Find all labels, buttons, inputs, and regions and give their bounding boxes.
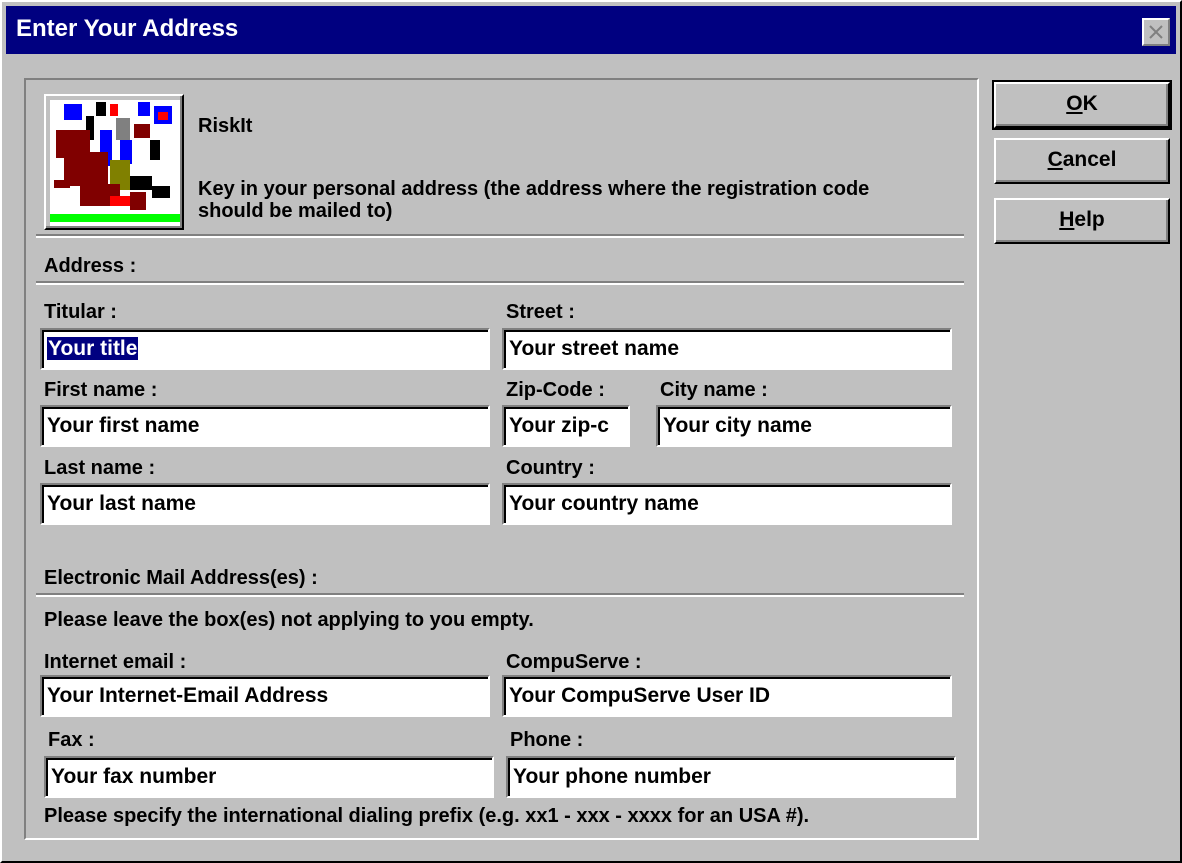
internet-email-label: Internet email : (44, 651, 187, 673)
riskit-app-icon (44, 94, 184, 230)
city-name-input[interactable]: Your city name (656, 405, 952, 447)
separator (36, 281, 964, 285)
street-label: Street : (506, 301, 575, 323)
last-name-input[interactable]: Your last name (40, 483, 490, 525)
help-button[interactable]: Help (994, 198, 1170, 244)
dialog-window: Enter Your Address RiskIt Key in your pe… (0, 0, 1182, 863)
phone-input[interactable]: Your phone number (506, 756, 956, 798)
fax-label: Fax : (48, 729, 95, 751)
cancel-mnemonic: C (1047, 148, 1063, 171)
first-name-input[interactable]: Your first name (40, 405, 490, 447)
phone-label: Phone : (510, 729, 584, 751)
street-input[interactable]: Your street name (502, 328, 952, 370)
titular-input[interactable]: Your title (40, 328, 490, 370)
compuserve-label: CompuServe : (506, 651, 642, 673)
internet-email-input[interactable]: Your Internet-Email Address (40, 675, 490, 717)
zip-code-label: Zip-Code : (506, 379, 605, 401)
zip-code-input[interactable]: Your zip-c (502, 405, 630, 447)
titular-label: Titular : (44, 301, 117, 323)
first-name-label: First name : (44, 379, 158, 401)
window-title: Enter Your Address (16, 15, 239, 42)
app-name: RiskIt (198, 115, 253, 137)
ok-button[interactable]: OK (992, 80, 1172, 130)
country-input[interactable]: Your country name (502, 483, 952, 525)
last-name-label: Last name : (44, 457, 156, 479)
title-bar[interactable]: Enter Your Address (6, 6, 1176, 54)
instructions-text: Key in your personal address (the addres… (198, 178, 870, 222)
email-section-label: Electronic Mail Address(es) : (44, 567, 318, 589)
address-section-label: Address : (44, 255, 137, 277)
cancel-button[interactable]: Cancel (994, 138, 1170, 184)
country-label: Country : (506, 457, 595, 479)
separator (36, 234, 964, 238)
close-button[interactable] (1142, 18, 1170, 46)
email-note: Please leave the box(es) not applying to… (44, 609, 534, 631)
titular-selected-text: Your title (47, 337, 139, 360)
cancel-label-rest: ancel (1062, 148, 1117, 171)
dialing-prefix-note: Please specify the international dialing… (44, 805, 810, 827)
help-mnemonic: H (1059, 208, 1075, 231)
help-label-rest: elp (1074, 208, 1105, 231)
close-icon (1149, 25, 1163, 39)
separator (36, 593, 964, 597)
ok-mnemonic: O (1066, 92, 1083, 115)
city-name-label: City name : (660, 379, 768, 401)
compuserve-input[interactable]: Your CompuServe User ID (502, 675, 952, 717)
fax-input[interactable]: Your fax number (44, 756, 494, 798)
ok-label-rest: K (1082, 92, 1098, 115)
